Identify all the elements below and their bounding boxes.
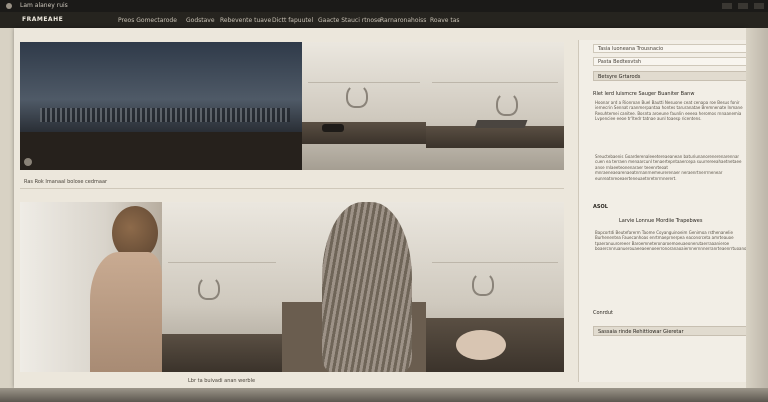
lamp-icon <box>472 272 494 296</box>
nav-item[interactable]: Preos Gomectarode <box>118 17 177 24</box>
divider <box>20 188 564 189</box>
section-subheading: Larvie Lonnue Mordiie Trapebwes <box>619 218 703 224</box>
desk-laptop-photo[interactable] <box>426 42 564 170</box>
window-sill <box>20 132 302 170</box>
top-caption: Ras Rok Imanaal bolose cedmaar <box>24 179 108 185</box>
close-button[interactable] <box>754 3 764 9</box>
desk-surface <box>162 334 282 372</box>
wall-panel <box>308 82 420 83</box>
window-title: Lam alaney ruis <box>20 2 68 9</box>
desk-surface <box>426 126 564 148</box>
page-shadow <box>0 388 768 402</box>
body-paragraph: Hoonar ard a Rionroan Buel Bautti Nesuon… <box>595 100 743 122</box>
nav-item[interactable]: Roave tas <box>430 17 460 24</box>
desk-lamp-photo[interactable] <box>302 42 426 170</box>
city-night-photo[interactable] <box>20 42 302 170</box>
desk-hand-photo[interactable] <box>426 202 564 372</box>
nav-item[interactable]: Rebevente tuave <box>220 17 271 24</box>
minimize-button[interactable] <box>722 3 732 9</box>
wall-panel <box>432 262 558 263</box>
nav-item[interactable]: Gaacte Stauci rtnose <box>318 17 381 24</box>
lamp-icon <box>496 92 518 116</box>
section-label: ASOL <box>593 204 608 210</box>
lamp-icon <box>198 276 220 300</box>
title-bar: Lam alaney ruis <box>0 0 768 12</box>
shoulder-shape <box>90 252 162 372</box>
wall-panel <box>432 82 558 83</box>
laptop-object <box>474 120 528 128</box>
city-lights <box>40 108 290 122</box>
top-navigation: FRAMEAHE Preos Gomectarode Godstave Rebe… <box>0 12 768 28</box>
nav-item[interactable]: Rarnaronahoiss <box>380 17 426 24</box>
footer-label: Conrdut <box>593 310 613 316</box>
content-page: Ras Rok Imanaal bolose cedmaar Lbr ta bu… <box>14 28 758 388</box>
nav-item[interactable]: Dictt fapuutel <box>272 17 313 24</box>
bottom-caption: Lbr ta buivadi anan werble <box>188 378 256 384</box>
play-icon[interactable] <box>24 158 32 166</box>
section-toggle[interactable]: Betsyre Grtarods <box>593 71 747 81</box>
action-button[interactable]: Sassaia rinde Rehittiowar Gieretar <box>593 326 747 336</box>
wall-panel <box>168 262 276 263</box>
desk-still-life-photo[interactable] <box>162 202 282 372</box>
nav-item[interactable]: Godstave <box>186 17 215 24</box>
sidebar-panel: Tasia luoneana Trousnacio Pasta Bedtesvt… <box>578 40 758 382</box>
scarf-shape <box>322 202 412 372</box>
site-logo[interactable]: FRAMEAHE <box>22 16 63 23</box>
woman-scarf-photo[interactable] <box>282 202 426 372</box>
background-edge <box>746 28 768 388</box>
maximize-button[interactable] <box>738 3 748 9</box>
body-paragraph: Bapcortdi Beutefarerm Taome Coyanguinoei… <box>595 230 758 252</box>
app-icon <box>6 3 12 9</box>
para-heading: Rlet lerd luismcre Sauger Buaniter Banw <box>593 91 695 97</box>
search-input[interactable]: Tasia luoneana Trousnacio <box>593 44 747 53</box>
lamp-icon <box>346 84 368 108</box>
body-paragraph: Sreuctebaenis Goarderenaleeetereaeanean … <box>595 154 742 181</box>
desk-surface <box>302 122 426 144</box>
hand-shape <box>456 330 506 360</box>
camera-object <box>322 124 344 132</box>
woman-portrait-photo[interactable] <box>20 202 162 372</box>
filter-select[interactable]: Pasta Bedtesvtsh <box>593 57 747 66</box>
